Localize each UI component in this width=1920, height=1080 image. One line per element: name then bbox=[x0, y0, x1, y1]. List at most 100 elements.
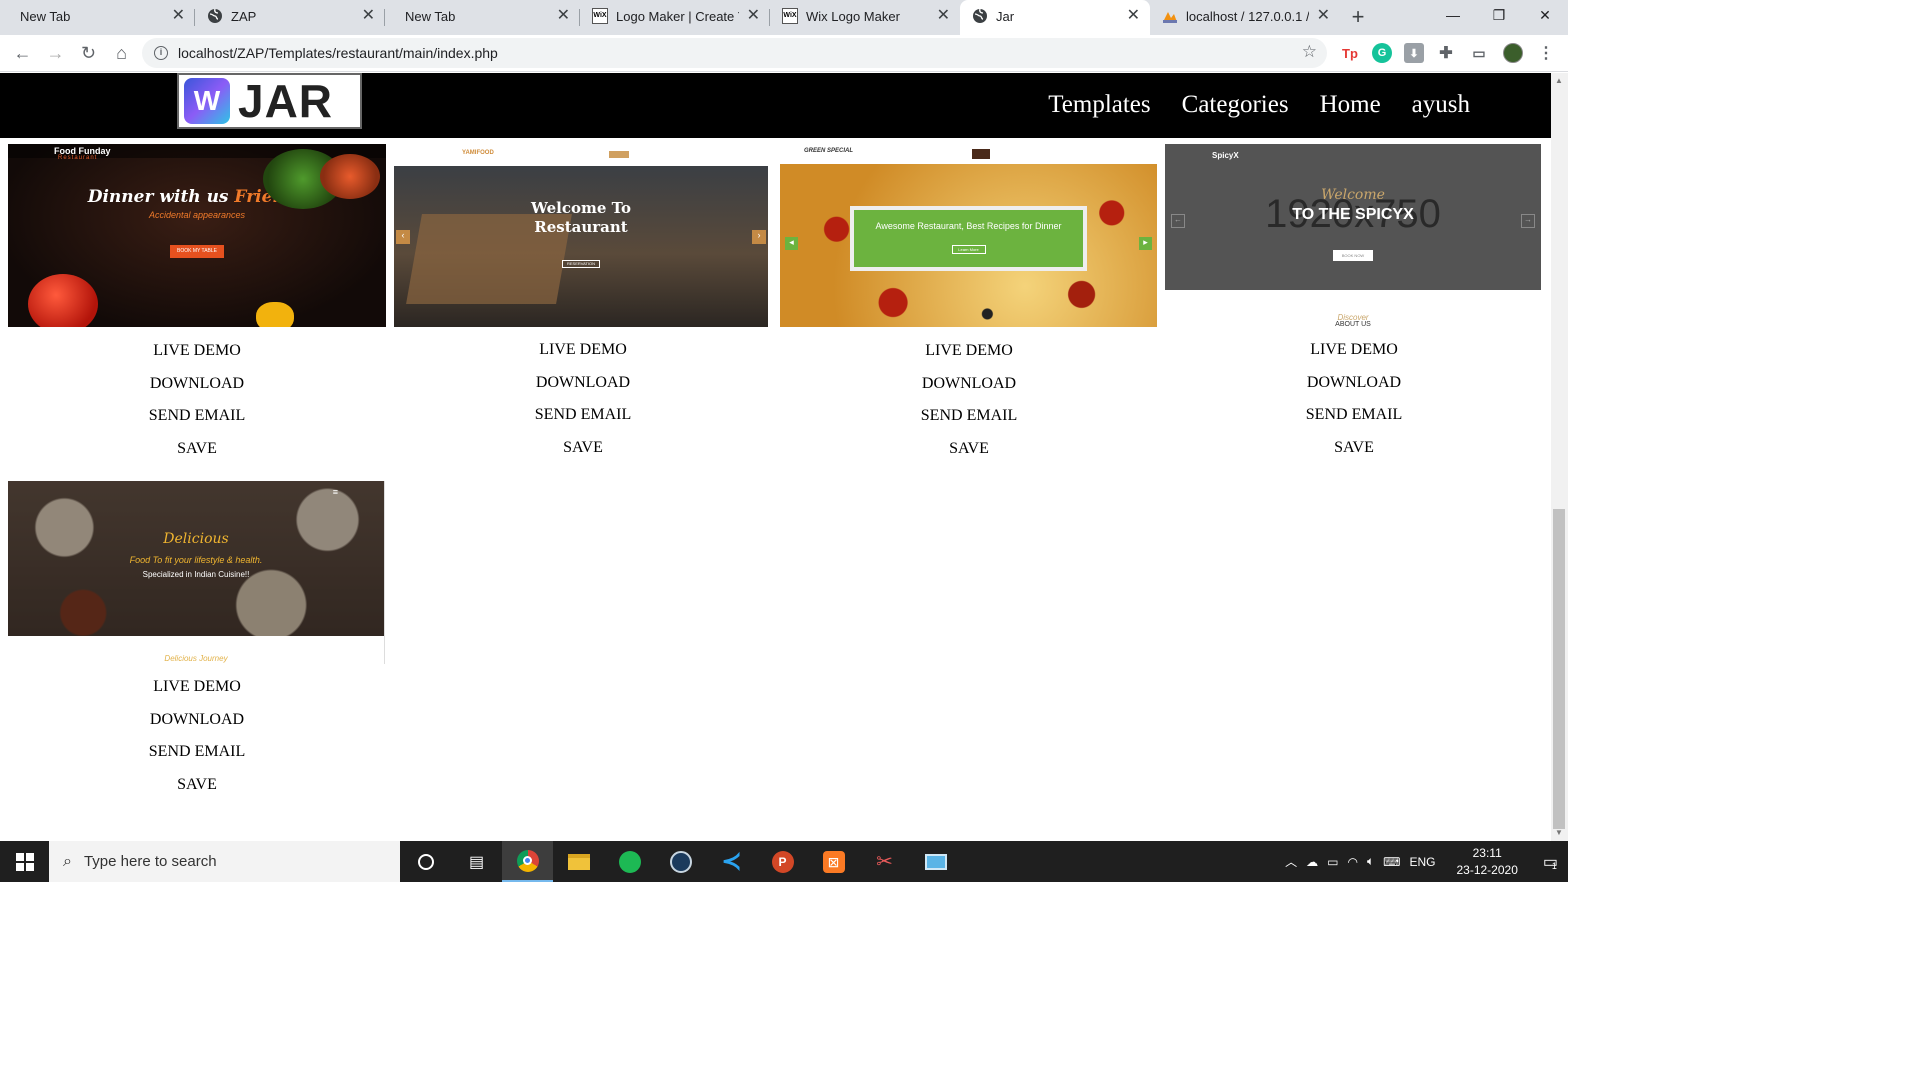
scrollbar-thumb[interactable] bbox=[1553, 509, 1565, 829]
vscode-icon[interactable]: ≺ bbox=[706, 841, 757, 882]
download-link[interactable]: DOWNLOAD bbox=[1165, 367, 1543, 400]
home-icon[interactable]: ⌂ bbox=[105, 43, 138, 64]
close-icon[interactable]: ✕ bbox=[1317, 8, 1330, 24]
battery-icon[interactable]: ▭ bbox=[1327, 855, 1338, 869]
live-demo-link[interactable]: LIVE DEMO bbox=[8, 335, 386, 368]
close-icon[interactable]: ✕ bbox=[172, 8, 185, 24]
new-tab-plus-icon[interactable]: + bbox=[1340, 0, 1376, 35]
close-icon[interactable]: ✕ bbox=[362, 8, 375, 24]
preview-below-b: ABOUT US bbox=[1335, 321, 1371, 327]
scroll-down-arrow-icon[interactable]: ▼ bbox=[1555, 828, 1563, 837]
template-actions: LIVE DEMO DOWNLOAD SEND EMAIL SAVE bbox=[8, 671, 386, 801]
download-link[interactable]: DOWNLOAD bbox=[780, 368, 1158, 401]
nav-home[interactable]: Home bbox=[1320, 91, 1381, 119]
task-view-icon[interactable]: ▤ bbox=[451, 841, 502, 882]
save-link[interactable]: SAVE bbox=[8, 433, 386, 466]
preview-below: Delicious Journey bbox=[164, 654, 228, 663]
template-actions: LIVE DEMO DOWNLOAD SEND EMAIL SAVE bbox=[8, 335, 386, 465]
forward-arrow-icon[interactable]: → bbox=[39, 43, 72, 64]
nav-categories[interactable]: Categories bbox=[1182, 91, 1289, 119]
template-preview-yamifood[interactable]: YAMIFOOD Welcome To Restaurant RESERVATI… bbox=[394, 144, 768, 327]
taskbar-search-box[interactable]: ⌕ Type here to search bbox=[49, 841, 400, 882]
nav-templates[interactable]: Templates bbox=[1048, 91, 1150, 119]
keyboard-icon[interactable]: ⌨ bbox=[1383, 855, 1400, 869]
close-window-icon[interactable]: ✕ bbox=[1522, 0, 1568, 32]
page-scrollbar[interactable]: ▲ ▼ bbox=[1551, 73, 1568, 841]
browser-tab[interactable]: WiX Logo Maker | Create Yo ✕ bbox=[580, 0, 770, 35]
powerpoint-icon[interactable]: P bbox=[757, 841, 808, 882]
close-icon[interactable]: ✕ bbox=[937, 8, 950, 24]
live-demo-link[interactable]: LIVE DEMO bbox=[1165, 334, 1543, 367]
save-link[interactable]: SAVE bbox=[1165, 432, 1543, 465]
address-bar[interactable]: i localhost/ZAP/Templates/restaurant/mai… bbox=[142, 38, 1327, 68]
minimize-icon[interactable]: — bbox=[1430, 0, 1476, 32]
browser-tab[interactable]: New Tab ✕ bbox=[385, 0, 580, 35]
download-extension-icon[interactable]: ⬇ bbox=[1404, 43, 1424, 63]
xampp-icon[interactable]: ⊠ bbox=[808, 841, 859, 882]
preview-nav-active bbox=[972, 149, 990, 159]
browser-tab-active[interactable]: Jar ✕ bbox=[960, 0, 1150, 35]
send-email-link[interactable]: SEND EMAIL bbox=[394, 399, 772, 432]
send-email-link[interactable]: SEND EMAIL bbox=[8, 736, 386, 769]
profile-avatar[interactable] bbox=[1503, 43, 1523, 63]
live-demo-link[interactable]: LIVE DEMO bbox=[8, 671, 386, 704]
close-icon[interactable]: ✕ bbox=[747, 8, 760, 24]
volume-icon[interactable]: 🔈︎ bbox=[1367, 854, 1374, 869]
spotify-icon[interactable] bbox=[604, 841, 655, 882]
browser-tab[interactable]: WiX Wix Logo Maker ✕ bbox=[770, 0, 960, 35]
site-info-icon[interactable]: i bbox=[154, 46, 168, 60]
preview-nav-active bbox=[609, 151, 629, 158]
browser-tab[interactable]: New Tab ✕ bbox=[0, 0, 195, 35]
download-link[interactable]: DOWNLOAD bbox=[394, 367, 772, 400]
nav-user[interactable]: ayush bbox=[1412, 91, 1470, 119]
save-link[interactable]: SAVE bbox=[394, 432, 772, 465]
live-demo-link[interactable]: LIVE DEMO bbox=[394, 334, 772, 367]
cortana-icon[interactable] bbox=[400, 841, 451, 882]
taskbar-clock[interactable]: 23:11 23-12-2020 bbox=[1456, 845, 1517, 879]
tp-extension-icon[interactable]: Tp bbox=[1340, 43, 1360, 63]
site-logo[interactable]: W JAR bbox=[177, 73, 362, 129]
preview-heading-b: Food To fit your lifestyle & health. bbox=[129, 555, 263, 565]
cast-icon[interactable]: ▭ bbox=[1469, 43, 1489, 63]
save-link[interactable]: SAVE bbox=[780, 433, 1158, 466]
file-explorer-icon[interactable] bbox=[553, 841, 604, 882]
language-indicator[interactable]: ENG bbox=[1409, 855, 1435, 869]
template-preview-delicious[interactable]: ≡ Delicious Food To fit your lifestyle &… bbox=[8, 481, 385, 664]
grammarly-icon[interactable]: G bbox=[1372, 43, 1392, 63]
slider-next-icon: › bbox=[752, 230, 766, 244]
notification-center-icon[interactable]: ▭ 1 bbox=[1543, 852, 1558, 872]
close-icon[interactable]: ✕ bbox=[1127, 8, 1140, 24]
send-email-link[interactable]: SEND EMAIL bbox=[8, 400, 386, 433]
reload-icon[interactable]: ↻ bbox=[72, 43, 105, 64]
steam-icon[interactable] bbox=[655, 841, 706, 882]
slider-next-icon: → bbox=[1521, 214, 1535, 228]
live-demo-link[interactable]: LIVE DEMO bbox=[780, 335, 1158, 368]
chrome-menu-icon[interactable]: ⋮ bbox=[1536, 43, 1556, 63]
windows-start-icon[interactable] bbox=[0, 841, 49, 882]
send-email-link[interactable]: SEND EMAIL bbox=[780, 400, 1158, 433]
download-link[interactable]: DOWNLOAD bbox=[8, 704, 386, 737]
template-preview-spicyx[interactable]: SpicyX 1920x750 Welcome TO THE SPICYX BO… bbox=[1165, 144, 1541, 327]
site-nav: Templates Categories Home ayush bbox=[1048, 91, 1470, 119]
extensions-puzzle-icon[interactable]: ✚ bbox=[1436, 43, 1456, 63]
onedrive-cloud-icon[interactable]: ☁ bbox=[1306, 855, 1318, 869]
send-email-link[interactable]: SEND EMAIL bbox=[1165, 399, 1543, 432]
restore-icon[interactable]: ❐ bbox=[1476, 0, 1522, 32]
scroll-up-arrow-icon[interactable]: ▲ bbox=[1555, 76, 1563, 85]
tray-overflow-chevron-icon[interactable]: ︿ bbox=[1285, 853, 1297, 870]
chrome-taskbar-icon[interactable] bbox=[502, 841, 553, 882]
snipping-tool-icon[interactable]: ✂ bbox=[859, 841, 910, 882]
download-link[interactable]: DOWNLOAD bbox=[8, 368, 386, 401]
windows-taskbar: ⌕ Type here to search ▤ ≺ P ⊠ ✂ ︿ ☁ ▭ ◠ … bbox=[0, 841, 1568, 882]
browser-tab[interactable]: ZAP ✕ bbox=[195, 0, 385, 35]
wifi-icon[interactable]: ◠ bbox=[1347, 855, 1357, 869]
wix-icon: WiX bbox=[782, 8, 798, 24]
bookmark-star-icon[interactable]: ☆ bbox=[1302, 42, 1317, 62]
browser-tab[interactable]: localhost / 127.0.0.1 / z ✕ bbox=[1150, 0, 1340, 35]
save-link[interactable]: SAVE bbox=[8, 769, 386, 802]
template-preview-green-special[interactable]: GREEN SPECIAL Awesome Restaurant, Best R… bbox=[780, 144, 1157, 327]
control-panel-icon[interactable] bbox=[910, 841, 961, 882]
template-preview-food-funday[interactable]: Food Funday Restaurant Dinner with us Fr… bbox=[8, 144, 386, 327]
close-icon[interactable]: ✕ bbox=[557, 8, 570, 24]
back-arrow-icon[interactable]: ← bbox=[6, 43, 39, 64]
